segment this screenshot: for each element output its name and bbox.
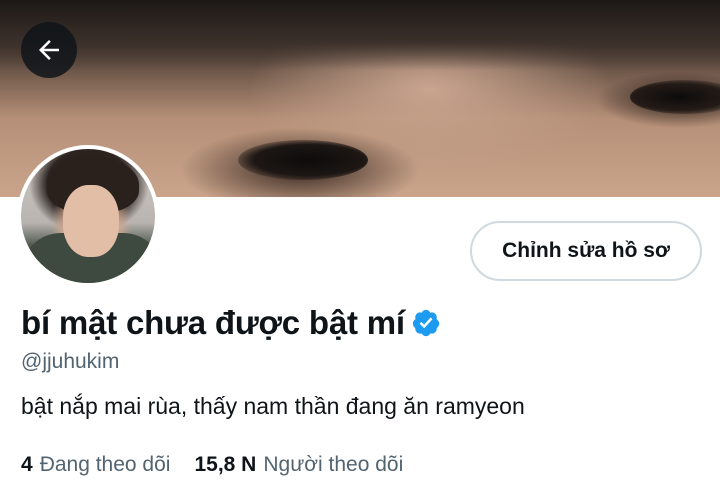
profile-name-row: bí mật chưa được bật mí [21, 304, 441, 342]
followers-label: Người theo dõi [263, 453, 404, 476]
banner-eye-left [238, 140, 368, 180]
followers-stat[interactable]: 15,8 N Người theo dõi [194, 453, 403, 477]
avatar[interactable] [17, 145, 159, 287]
banner-hair-shape [0, 0, 720, 70]
following-stat[interactable]: 4 Đang theo dõi [21, 453, 170, 477]
follow-stats: 4 Đang theo dõi 15,8 N Người theo dõi [21, 453, 403, 477]
verified-badge-icon [412, 309, 440, 337]
back-button[interactable] [21, 22, 77, 78]
followers-count: 15,8 N [194, 453, 257, 476]
banner-eye-right [630, 80, 720, 114]
following-count: 4 [21, 453, 33, 476]
edit-profile-button[interactable]: Chỉnh sửa hồ sơ [470, 221, 702, 281]
following-label: Đang theo dõi [39, 453, 171, 476]
avatar-face [63, 185, 119, 257]
arrow-left-icon [39, 40, 59, 60]
profile-bio: bật nắp mai rùa, thấy nam thần đang ăn r… [21, 393, 525, 419]
user-handle: @jjuhukim [21, 350, 120, 373]
display-name: bí mật chưa được bật mí [21, 304, 405, 341]
